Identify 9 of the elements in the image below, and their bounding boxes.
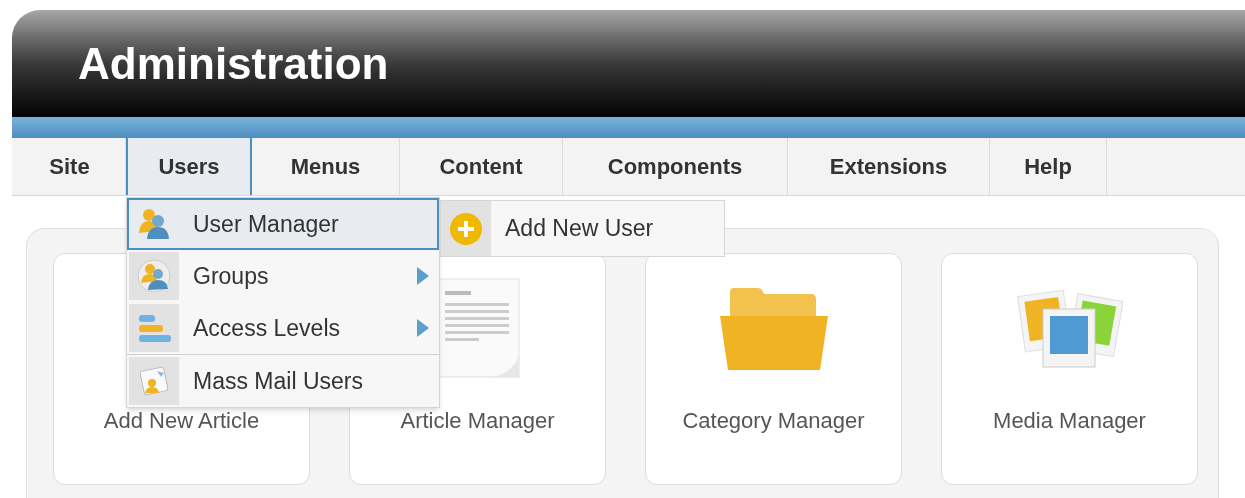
menu-item-label: Groups [193, 261, 269, 291]
card-label: Article Manager [400, 407, 555, 435]
page-title: Administration [78, 41, 389, 86]
submenu-item-label: Add New User [505, 214, 654, 244]
menu-item-label: Access Levels [193, 313, 340, 343]
card-label: Category Manager [682, 407, 865, 435]
card-label: Media Manager [993, 407, 1146, 435]
menu-item-label: User Manager [193, 209, 339, 239]
card-label: Add New Article [103, 407, 260, 435]
